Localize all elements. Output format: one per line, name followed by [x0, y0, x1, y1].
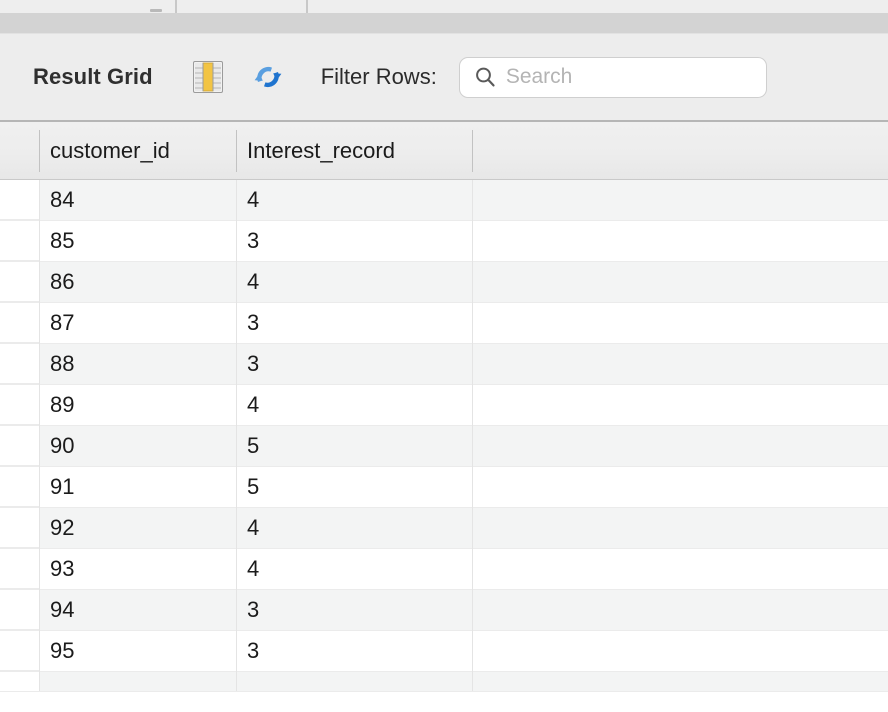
table-row[interactable]: 87 3 [0, 303, 888, 344]
table-row[interactable]: 86 4 [0, 262, 888, 303]
cell-interest-record[interactable]: 4 [236, 385, 472, 425]
filter-rows-label: Filter Rows: [320, 64, 437, 89]
row-gutter[interactable] [0, 262, 39, 302]
table-row[interactable]: 94 3 [0, 590, 888, 631]
panel-separator-band [0, 13, 888, 33]
cell-interest-record[interactable]: 4 [236, 508, 472, 548]
refresh-icon[interactable] [251, 60, 285, 94]
table-row[interactable]: 84 4 [0, 180, 888, 221]
table-header-row: customer_id Interest_record [0, 122, 888, 180]
cell-customer-id[interactable]: 94 [39, 590, 236, 630]
search-input[interactable] [505, 63, 777, 91]
cell-customer-id[interactable]: 85 [39, 221, 236, 261]
column-header-customer-id[interactable]: customer_id [39, 122, 236, 179]
cell-interest-record[interactable]: 5 [236, 467, 472, 507]
cell-interest-record[interactable]: 3 [236, 221, 472, 261]
cell-blank[interactable] [472, 344, 888, 384]
row-gutter[interactable] [0, 180, 39, 220]
row-gutter[interactable] [0, 590, 39, 630]
cell-customer-id[interactable]: 88 [39, 344, 236, 384]
row-gutter[interactable] [0, 385, 39, 425]
table-row[interactable]: 95 3 [0, 631, 888, 672]
table-row[interactable]: 85 3 [0, 221, 888, 262]
cell-customer-id[interactable]: 91 [39, 467, 236, 507]
table-row[interactable]: 90 5 [0, 426, 888, 467]
cell-customer-id[interactable] [39, 672, 236, 691]
tab-divider [306, 0, 308, 13]
table-row[interactable] [0, 672, 888, 692]
search-icon [474, 66, 496, 88]
result-grid-title: Result Grid [33, 64, 153, 89]
cell-blank[interactable] [472, 180, 888, 220]
table-row[interactable]: 92 4 [0, 508, 888, 549]
cell-blank[interactable] [472, 426, 888, 466]
column-header-interest-record[interactable]: Interest_record [236, 122, 472, 179]
cell-interest-record[interactable]: 3 [236, 303, 472, 343]
cell-blank[interactable] [472, 385, 888, 425]
cell-blank[interactable] [472, 672, 888, 691]
cell-interest-record[interactable]: 3 [236, 590, 472, 630]
row-gutter[interactable] [0, 426, 39, 466]
table-row[interactable]: 93 4 [0, 549, 888, 590]
cell-customer-id[interactable]: 95 [39, 631, 236, 671]
row-gutter[interactable] [0, 467, 39, 507]
cell-interest-record[interactable]: 3 [236, 344, 472, 384]
result-grid-panel: Result Grid Filter Rows: Search customer… [0, 0, 888, 712]
table-row[interactable]: 88 3 [0, 344, 888, 385]
row-gutter[interactable] [0, 344, 39, 384]
cell-interest-record[interactable]: 5 [236, 426, 472, 466]
cell-interest-record[interactable]: 4 [236, 549, 472, 589]
column-header-label: Interest_record [247, 137, 395, 163]
result-grid-toolbar: Result Grid Filter Rows: Search [0, 34, 888, 120]
cell-interest-record[interactable]: 4 [236, 262, 472, 302]
table-row[interactable]: 89 4 [0, 385, 888, 426]
column-header-label: customer_id [50, 137, 170, 163]
cell-blank[interactable] [472, 631, 888, 671]
cell-customer-id[interactable]: 87 [39, 303, 236, 343]
column-header-blank[interactable] [472, 122, 888, 179]
tab-overflow-glyph [150, 9, 162, 12]
cell-blank[interactable] [472, 221, 888, 261]
cell-blank[interactable] [472, 262, 888, 302]
row-gutter[interactable] [0, 221, 39, 261]
cell-customer-id[interactable]: 93 [39, 549, 236, 589]
cell-interest-record[interactable]: 4 [236, 180, 472, 220]
cell-interest-record[interactable] [236, 672, 472, 691]
cell-interest-record[interactable]: 3 [236, 631, 472, 671]
row-gutter[interactable] [0, 672, 39, 691]
table-body: 84 4 85 3 86 4 87 3 88 3 89 4 90 5 91 5 92 4 93 4 94 3 95 3 [0, 180, 888, 712]
cell-blank[interactable] [472, 303, 888, 343]
cell-customer-id[interactable]: 89 [39, 385, 236, 425]
row-gutter[interactable] [0, 631, 39, 671]
filter-search-box[interactable] [458, 56, 777, 98]
editor-tab-strip[interactable] [0, 0, 888, 13]
cell-blank[interactable] [472, 590, 888, 630]
result-grid-icon[interactable] [191, 60, 225, 94]
cell-customer-id[interactable]: 92 [39, 508, 236, 548]
cell-blank[interactable] [472, 467, 888, 507]
cell-blank[interactable] [472, 508, 888, 548]
cell-blank[interactable] [472, 549, 888, 589]
row-gutter[interactable] [0, 549, 39, 589]
table-row[interactable]: 91 5 [0, 467, 888, 508]
cell-customer-id[interactable]: 84 [39, 180, 236, 220]
row-gutter[interactable] [0, 303, 39, 343]
cell-customer-id[interactable]: 90 [39, 426, 236, 466]
cell-customer-id[interactable]: 86 [39, 262, 236, 302]
results-table: customer_id Interest_record 84 4 85 3 86 4 87 3… [0, 120, 888, 712]
row-gutter[interactable] [0, 508, 39, 548]
tab-divider [175, 0, 177, 13]
